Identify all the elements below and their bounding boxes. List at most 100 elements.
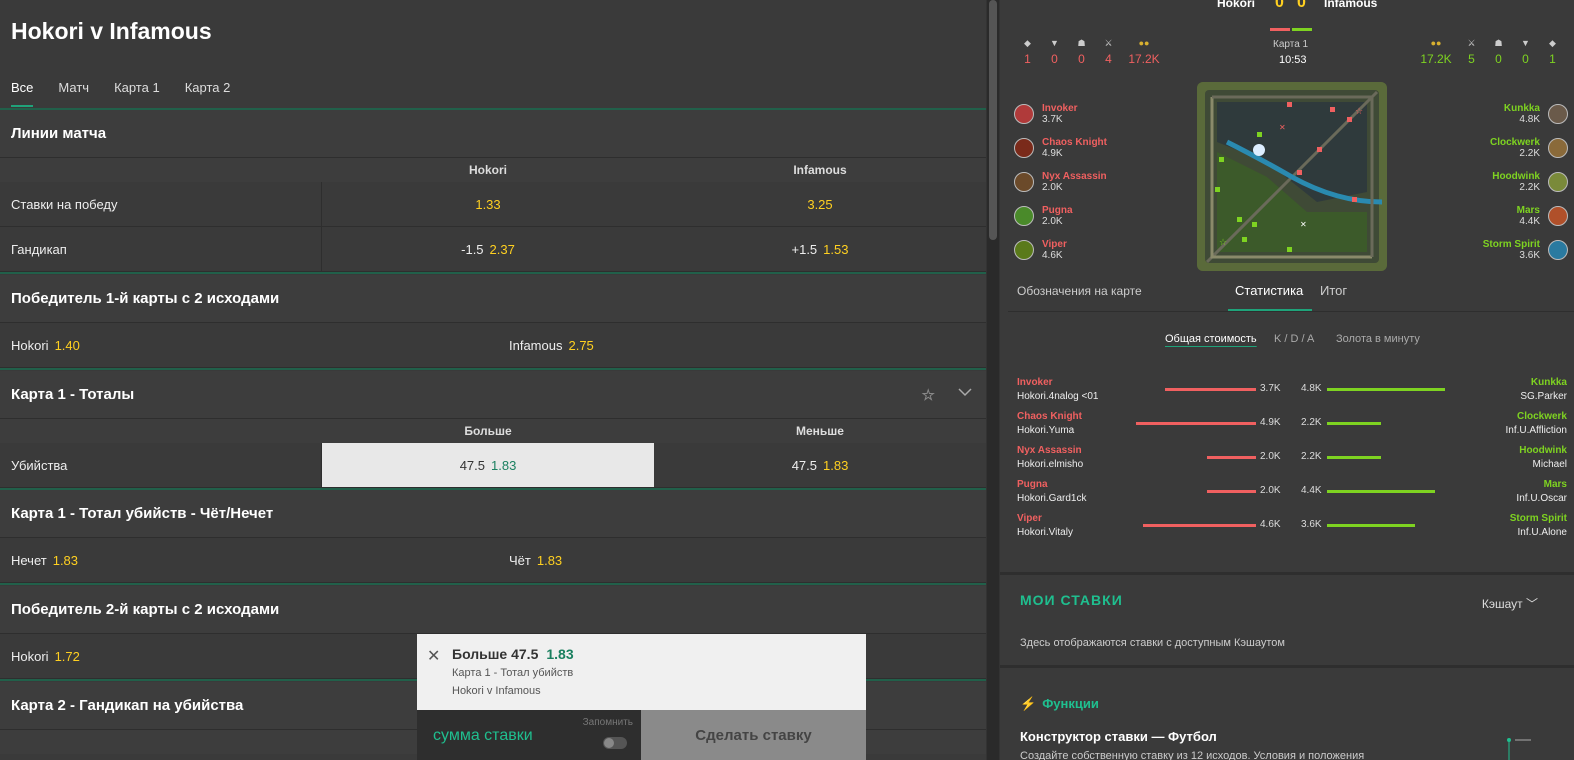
- market-row: Гандикап -1.5 2.37 +1.5 1.53: [0, 227, 986, 272]
- bet-slip: ✕ Больше 47.5 1.83 Карта 1 - Тотал убийст…: [417, 634, 866, 760]
- odds-button[interactable]: 3.25: [654, 182, 986, 226]
- nw-value-left: 2.0K: [1260, 451, 1281, 462]
- stat-value: 17.2K: [1128, 52, 1160, 66]
- tower-icon: ◆: [1549, 38, 1556, 48]
- hero-name: Nyx Assassin: [1042, 171, 1107, 182]
- nw-hero-left: Nyx Assassin: [1017, 445, 1082, 456]
- tab-all[interactable]: Все: [11, 80, 34, 107]
- hero-entry: Hoodwink 2.2K: [1483, 165, 1568, 199]
- tab-match[interactable]: Матч: [58, 80, 89, 107]
- odds-button-selected[interactable]: 47.5 1.83: [322, 443, 654, 487]
- bet-builder-desc: Создайте собственную ставку из 12 исходо…: [1020, 750, 1365, 760]
- subtab-kda[interactable]: K / D / A: [1274, 333, 1314, 345]
- scrollbar[interactable]: [987, 0, 999, 760]
- outcome-name: Нечет: [11, 552, 47, 568]
- outcome-name: Infamous: [509, 337, 563, 353]
- section-map1-winner: Победитель 1-й карты с 2 исходами Hokori…: [0, 275, 986, 370]
- section-title[interactable]: Победитель 1-й карты с 2 исходами: [0, 275, 986, 323]
- bet-builder-title[interactable]: Конструктор ставки — Футбол: [1020, 729, 1217, 744]
- odds-price: 1.40: [54, 337, 80, 353]
- tab-result[interactable]: Итог: [1320, 283, 1347, 298]
- odds-button[interactable]: 47.5 1.83: [654, 443, 986, 487]
- section-title-text: Победитель 2-й карты с 2 исходами: [11, 601, 280, 618]
- nw-value-right: 2.2K: [1301, 451, 1322, 462]
- bet-builder-icon: [1505, 737, 1545, 760]
- sword-icon: ⚔: [1104, 38, 1113, 48]
- odds-price: 3.25: [807, 196, 833, 212]
- section-match-lines: Линии матча Hokori Infamous Ставки на по…: [0, 110, 986, 274]
- scrollbar-thumb[interactable]: [989, 0, 997, 240]
- tabs-divider: [1008, 311, 1574, 312]
- chevron-down-icon[interactable]: [958, 384, 972, 400]
- subtab-networth[interactable]: Общая стоимость: [1165, 333, 1257, 345]
- odds-button[interactable]: 1.33: [322, 182, 654, 226]
- team-right-name: Infamous: [1324, 0, 1378, 10]
- odds-button[interactable]: Нечет 1.83: [0, 538, 493, 582]
- close-icon[interactable]: ✕: [427, 646, 440, 666]
- score-left: 0: [1275, 0, 1284, 11]
- networth-row: Nyx Assassin Hokori.elmisho 2.0K 2.2K Ho…: [1017, 445, 1567, 479]
- tab-statistics[interactable]: Статистика: [1235, 283, 1303, 298]
- remember-toggle[interactable]: [603, 737, 627, 749]
- my-bets-title: МОИ СТАВКИ: [1020, 592, 1123, 608]
- hero-name: Chaos Knight: [1042, 137, 1107, 148]
- market-tabs: Все Матч Карта 1 Карта 2: [11, 80, 230, 107]
- hero-avatar: [1014, 240, 1034, 260]
- odds-button[interactable]: +1.5 1.53: [654, 227, 986, 271]
- hero-name: Viper: [1042, 239, 1067, 250]
- cashout-filter[interactable]: Кэшаут ﹀: [1482, 595, 1538, 612]
- section-title[interactable]: Линии матча: [0, 110, 986, 158]
- market-row: Нечет 1.83 Чёт 1.83: [0, 538, 986, 583]
- nw-player-left: Hokori.Vitaly: [1017, 527, 1073, 538]
- place-bet-button[interactable]: Сделать ставку: [641, 710, 866, 760]
- hero-entry: Invoker 3.7K: [1014, 97, 1107, 131]
- nw-bar-left: [1136, 422, 1256, 425]
- nw-hero-left: Pugna: [1017, 479, 1048, 490]
- stat-gold: ●● 17.2K: [1414, 38, 1458, 66]
- hero-networth: 4.8K: [1519, 114, 1540, 125]
- section-title[interactable]: Победитель 2-й карты с 2 исходами: [0, 586, 986, 634]
- stake-input[interactable]: сумма ставки Запомнить: [417, 710, 641, 760]
- column-header-team2: Infamous: [793, 163, 847, 177]
- odds-button[interactable]: Чёт 1.83: [493, 538, 986, 582]
- column-header-team1: Hokori: [468, 163, 507, 177]
- odds-price: 1.83: [536, 552, 563, 568]
- score-right: 0: [1297, 0, 1306, 11]
- cashout-label: Кэшаут: [1481, 597, 1523, 611]
- star-icon[interactable]: ☆: [922, 386, 935, 404]
- nw-player-right: SG.Parker: [1520, 391, 1567, 402]
- nw-value-left: 4.9K: [1260, 417, 1281, 428]
- section-title[interactable]: Карта 1 - Тоталы ☆: [0, 371, 986, 419]
- odds-button[interactable]: -1.5 2.37: [322, 227, 654, 271]
- subtab-gpm[interactable]: Золота в минуту: [1336, 333, 1420, 345]
- hero-entry: Chaos Knight 4.9K: [1014, 131, 1107, 165]
- hero-entry: Storm Spirit 3.6K: [1483, 233, 1568, 267]
- odds-price: 1.83: [823, 457, 849, 473]
- stat-value: 0: [1078, 52, 1085, 66]
- nw-value-left: 4.6K: [1260, 519, 1281, 530]
- odds-button[interactable]: Infamous 2.75: [493, 323, 986, 367]
- odds-price: 2.75: [568, 337, 594, 353]
- functions-title-text: Функции: [1042, 696, 1099, 711]
- hero-networth: 3.6K: [1519, 250, 1540, 261]
- map-label: Карта 1: [1273, 39, 1309, 50]
- tab-map-legend[interactable]: Обозначения на карте: [1017, 284, 1142, 298]
- hero-entry: Clockwerk 2.2K: [1483, 131, 1568, 165]
- nw-hero-right: Kunkka: [1530, 377, 1567, 388]
- section-divider: [0, 368, 986, 370]
- hero-avatar: [1014, 206, 1034, 226]
- nw-hero-right: Hoodwink: [1519, 445, 1567, 456]
- markets-panel: Hokori v Infamous Все Матч Карта 1 Карта…: [0, 0, 986, 760]
- stake-placeholder: сумма ставки: [433, 727, 533, 744]
- selection-event: Hokori v Infamous: [452, 685, 541, 697]
- chevron-down-icon: ﹀: [1525, 597, 1538, 611]
- column-headers: Больше Меньше: [0, 419, 986, 443]
- stat-barracks: ▼ 0: [1512, 38, 1539, 66]
- section-title[interactable]: Карта 1 - Тотал убийств - Чёт/Нечет: [0, 490, 986, 538]
- odds-button[interactable]: Hokori 1.40: [0, 323, 493, 367]
- tab-map-2[interactable]: Карта 2: [185, 80, 231, 107]
- hero-entry: Viper 4.6K: [1014, 233, 1107, 267]
- odds-price: 1.72: [54, 648, 80, 664]
- market-name: Ставки на победу: [0, 182, 322, 226]
- tab-map-1[interactable]: Карта 1: [114, 80, 160, 107]
